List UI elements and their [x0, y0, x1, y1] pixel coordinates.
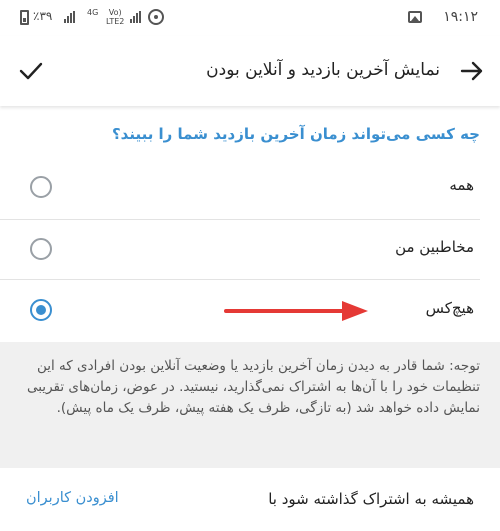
gallery-icon — [408, 11, 422, 23]
always-share-row[interactable]: همیشه به اشتراک گذاشته شود با افزودن کار… — [0, 468, 500, 531]
confirm-button[interactable] — [16, 58, 46, 84]
checkmark-icon — [19, 62, 43, 80]
network-label-top: 4G — [87, 8, 99, 17]
option-my-contacts[interactable]: مخاطبین من — [0, 218, 500, 282]
add-users-link[interactable]: افزودن کاربران — [26, 490, 119, 506]
annotation-arrow-icon — [224, 301, 368, 321]
signal-icon — [130, 11, 141, 23]
privacy-note: توجه: شما قادر به دیدن زمان آخرین بازدید… — [0, 342, 500, 468]
network-label-mid: Vo) — [108, 8, 122, 17]
section-title: چه کسی می‌تواند زمان آخرین بازدید شما را… — [111, 125, 480, 143]
page-title: نمایش آخرین بازدید و آنلاین بودن — [206, 60, 440, 80]
option-label: مخاطبین من — [395, 238, 474, 256]
signal-icon — [64, 11, 75, 23]
status-bar: ٪۳۹ 4G Vo) LTE2 ۱۹:۱۲ — [0, 0, 500, 36]
network-type: 4G — [87, 8, 98, 17]
app-bar: نمایش آخرین بازدید و آنلاین بودن — [0, 36, 500, 106]
clock: ۱۹:۱۲ — [443, 9, 478, 25]
always-share-label: همیشه به اشتراک گذاشته شود با — [268, 490, 474, 508]
hotspot-icon — [148, 9, 164, 25]
battery-percent: ٪۳۹ — [33, 9, 53, 23]
battery-icon — [20, 10, 29, 25]
volte-indicator: Vo) LTE2 — [106, 8, 124, 26]
radio-button-selected[interactable] — [30, 299, 52, 321]
note-text: توجه: شما قادر به دیدن زمان آخرین بازدید… — [26, 358, 480, 416]
radio-button[interactable] — [30, 176, 52, 198]
network-label-bottom: LTE2 — [106, 17, 125, 26]
option-label: هیچ‌کس — [425, 299, 474, 317]
arrow-right-icon — [460, 61, 483, 81]
radio-button[interactable] — [30, 238, 52, 260]
back-button[interactable] — [458, 58, 486, 84]
option-label: همه — [449, 176, 474, 194]
option-everyone[interactable]: همه — [0, 156, 500, 220]
